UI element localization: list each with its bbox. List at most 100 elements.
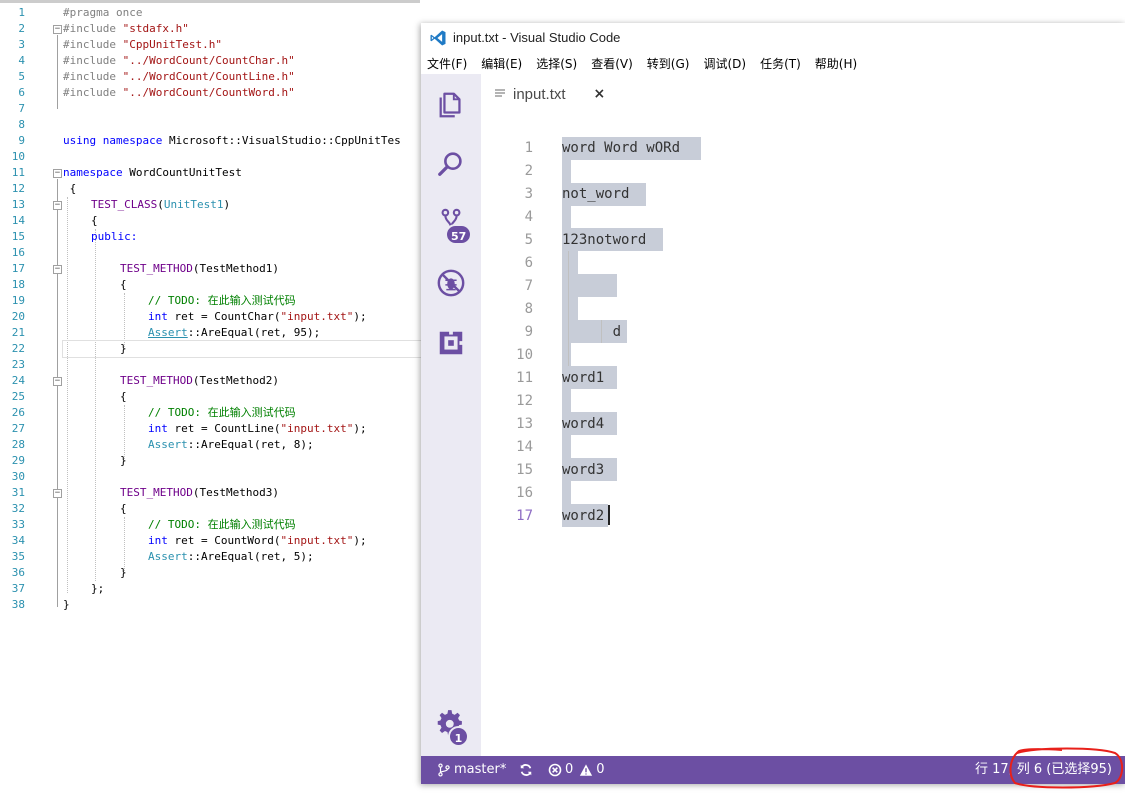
vs-line-number: 15 [11,230,25,243]
editor-line-text: not_word [562,186,630,202]
editor-line-number: 4 [524,209,533,225]
vs-line-number: 11 [11,166,25,179]
editor-line-text: word Word wORd [562,140,681,156]
activity-debug[interactable] [421,255,481,311]
vs-line-number: 24 [11,374,25,387]
activity-extensions[interactable] [421,315,481,371]
tab-input-txt[interactable]: input.txt × [495,74,605,114]
tab-label: input.txt [513,85,566,103]
editor-line-text: word4 [562,416,605,432]
editor-line-number: 14 [516,439,533,455]
vs-line-number-gutter: 1 2 3 4 5 6 7 8 9 10 11 12 13 14 15 16 17 18 19 20 21 22 23 24 2… [0,5,30,613]
vs-line-number: 8 [18,118,25,131]
editor-line-number: 13 [516,416,533,432]
activity-explorer[interactable] [421,76,481,132]
fold-toggle-method1[interactable]: − [53,265,62,274]
vs-line-number: 21 [11,326,25,339]
menu-view[interactable]: 查看(V) [589,55,635,72]
editor-line-text: word1 [562,370,605,386]
fold-toggle-method2[interactable]: − [53,377,62,386]
files-icon [439,92,461,118]
menu-file[interactable]: 文件(F) [425,55,469,72]
selection-highlight [562,274,617,297]
menu-help[interactable]: 帮助(H) [813,55,859,72]
debug-icon [437,269,465,297]
code-line: public: [91,230,138,243]
tab-close-icon[interactable]: × [594,86,606,102]
vs-line-number: 36 [11,566,25,579]
vs-line-number: 22 [11,342,25,355]
text-editor[interactable]: 1 word Word wORd 2 3 not_word 4 5 123notword 6 7 8… [481,114,1125,756]
indent-guide [568,251,569,366]
vs-line-number: 33 [11,518,25,531]
vs-line-number: 38 [11,598,25,611]
code-line: #pragma once [63,6,143,19]
editor-line-number: 5 [524,232,533,248]
code-line: TEST_CLASS(UnitTest1) [91,198,231,211]
activity-search[interactable] [421,136,481,192]
fold-toggle-namespace[interactable]: − [53,169,62,178]
vs-line-number: 34 [11,534,25,547]
vs-line-number: 16 [11,246,25,259]
vs-line-number: 5 [18,70,25,83]
vscode-window[interactable]: input.txt - Visual Studio Code 文件(F) 编辑(… [421,23,1125,784]
selection-highlight [562,297,578,320]
error-icon [548,763,562,777]
code-line: TEST_METHOD(TestMethod1) [120,262,279,275]
window-title: input.txt - Visual Studio Code [453,30,621,45]
editor-line-number: 1 [524,140,533,156]
editor-line-text: d [562,324,622,340]
code-line: int ret = CountLine("input.txt"); [148,422,367,435]
editor-line-text: word2 [562,508,605,524]
code-line: int ret = CountChar("input.txt"); [148,310,367,323]
sync-icon [520,764,532,776]
status-sync[interactable] [519,756,536,784]
vs-line-number: 30 [11,470,25,483]
code-line: // TODO: 在此输入测试代码 [148,518,296,531]
menu-go[interactable]: 转到(G) [645,55,692,72]
code-line: Assert::AreEqual(ret, 95); [148,326,321,339]
selection-highlight [562,481,571,504]
menu-tasks[interactable]: 任务(T) [758,55,803,72]
vs-line-number: 3 [18,38,25,51]
extensions-icon [439,329,465,355]
code-line: #include "stdafx.h" [63,22,189,35]
vs-line-number: 12 [11,182,25,195]
fold-toggle-method3[interactable]: − [53,489,62,498]
code-line: using namespace Microsoft::VisualStudio:… [63,134,401,147]
code-line: { [120,278,127,291]
branch-label: master* [454,762,507,777]
menu-bar: 文件(F) 编辑(E) 选择(S) 查看(V) 转到(G) 调试(D) 任务(T… [421,52,1125,74]
fold-toggle-class[interactable]: − [53,201,62,210]
editor-line-number: 8 [524,301,533,317]
menu-selection[interactable]: 选择(S) [534,55,579,72]
vs-line-number: 35 [11,550,25,563]
code-line: // TODO: 在此输入测试代码 [148,406,296,419]
vs-line-number: 7 [18,102,25,115]
menu-debug[interactable]: 调试(D) [701,55,748,72]
editor-line-text: 123notword [562,232,647,248]
vs-line-number: 28 [11,438,25,451]
code-line: Assert::AreEqual(ret, 8); [148,438,314,451]
code-line: int ret = CountWord("input.txt"); [148,534,367,547]
menu-edit[interactable]: 编辑(E) [479,55,524,72]
title-bar[interactable]: input.txt - Visual Studio Code [421,23,1125,52]
fold-guide [57,35,58,109]
editor-line-number: 16 [516,485,533,501]
vs-line-number: 2 [18,22,25,35]
fold-toggle-includes[interactable]: − [53,25,62,34]
status-problems[interactable]: 0 0 [548,756,605,784]
vs-line-number: 6 [18,86,25,99]
vs-code-area[interactable]: #pragma once #include "stdafx.h" #includ… [62,5,484,613]
code-line: #include "CppUnitTest.h" [63,38,222,51]
vs-tab-strip [0,0,420,3]
selection-highlight [562,206,571,229]
vs-line-number: 13 [11,198,25,211]
editor-line-number: 3 [524,186,533,202]
status-branch[interactable]: master* [437,756,506,784]
editor-line-text: word3 [562,462,605,478]
code-line: TEST_METHOD(TestMethod2) [120,374,279,387]
vs-line-number: 37 [11,582,25,595]
